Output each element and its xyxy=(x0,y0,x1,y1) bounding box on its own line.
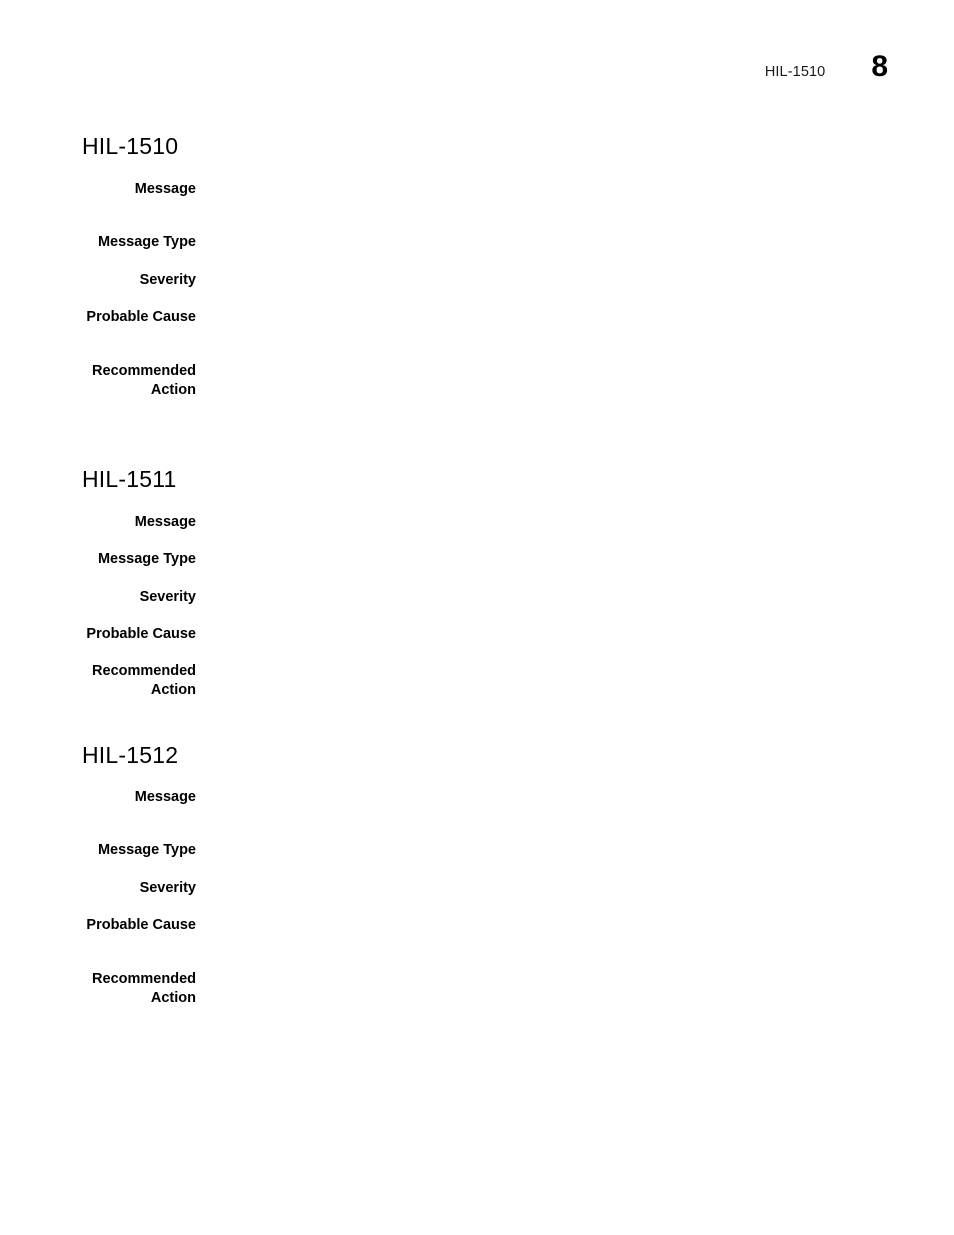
field-label: Message Type xyxy=(97,234,196,250)
field-value xyxy=(196,513,954,532)
field-label: Message xyxy=(134,789,196,805)
field-label: Severity xyxy=(139,272,196,288)
field-value xyxy=(196,362,954,381)
field-row: Severity xyxy=(0,879,954,898)
field-value xyxy=(196,308,954,327)
header-document-reference: HIL-1510 xyxy=(764,64,826,80)
field-label: Message xyxy=(134,181,196,197)
page-number: 8 xyxy=(871,50,888,83)
page-running-header: HIL-1510 8 xyxy=(765,52,888,82)
field-row: Severity xyxy=(0,588,954,607)
document-page: HIL-1510 8 HIL-1510 Message Message Type Se… xyxy=(0,0,954,1235)
section-heading: HIL-1511 xyxy=(82,466,177,492)
field-row: Message xyxy=(0,513,954,532)
field-row: Recommended Action xyxy=(0,970,954,1008)
field-row: Recommended Action xyxy=(0,362,954,400)
field-row: Probable Cause xyxy=(0,308,954,327)
field-label: Probable Cause xyxy=(86,309,196,325)
field-row: Probable Cause xyxy=(0,916,954,935)
field-row: Message Type xyxy=(0,233,954,252)
field-row: Message Type xyxy=(0,550,954,569)
field-value xyxy=(196,662,954,681)
section-heading: HIL-1512 xyxy=(82,742,179,768)
field-value xyxy=(196,180,954,199)
field-label: Probable Cause xyxy=(86,626,196,642)
field-row: Probable Cause xyxy=(0,625,954,644)
field-value xyxy=(196,788,954,807)
field-label: Recommended Action xyxy=(92,971,196,1006)
field-label: Severity xyxy=(139,880,196,896)
field-value xyxy=(196,970,954,989)
field-value xyxy=(196,588,954,607)
field-value xyxy=(196,233,954,252)
field-label: Recommended Action xyxy=(92,363,196,398)
field-value xyxy=(196,916,954,935)
field-label: Message Type xyxy=(97,551,196,567)
section-heading: HIL-1510 xyxy=(82,133,179,159)
field-row: Message Type xyxy=(0,841,954,860)
field-row: Severity xyxy=(0,271,954,290)
field-value xyxy=(196,841,954,860)
field-value xyxy=(196,271,954,290)
field-row: Message xyxy=(0,180,954,199)
field-label: Severity xyxy=(139,589,196,605)
field-label: Probable Cause xyxy=(86,917,196,933)
field-row: Recommended Action xyxy=(0,662,954,700)
field-label: Message Type xyxy=(97,842,196,858)
field-value xyxy=(196,879,954,898)
field-row: Message xyxy=(0,788,954,807)
field-value xyxy=(196,550,954,569)
field-label: Message xyxy=(134,514,196,530)
field-label: Recommended Action xyxy=(92,663,196,698)
field-value xyxy=(196,625,954,644)
